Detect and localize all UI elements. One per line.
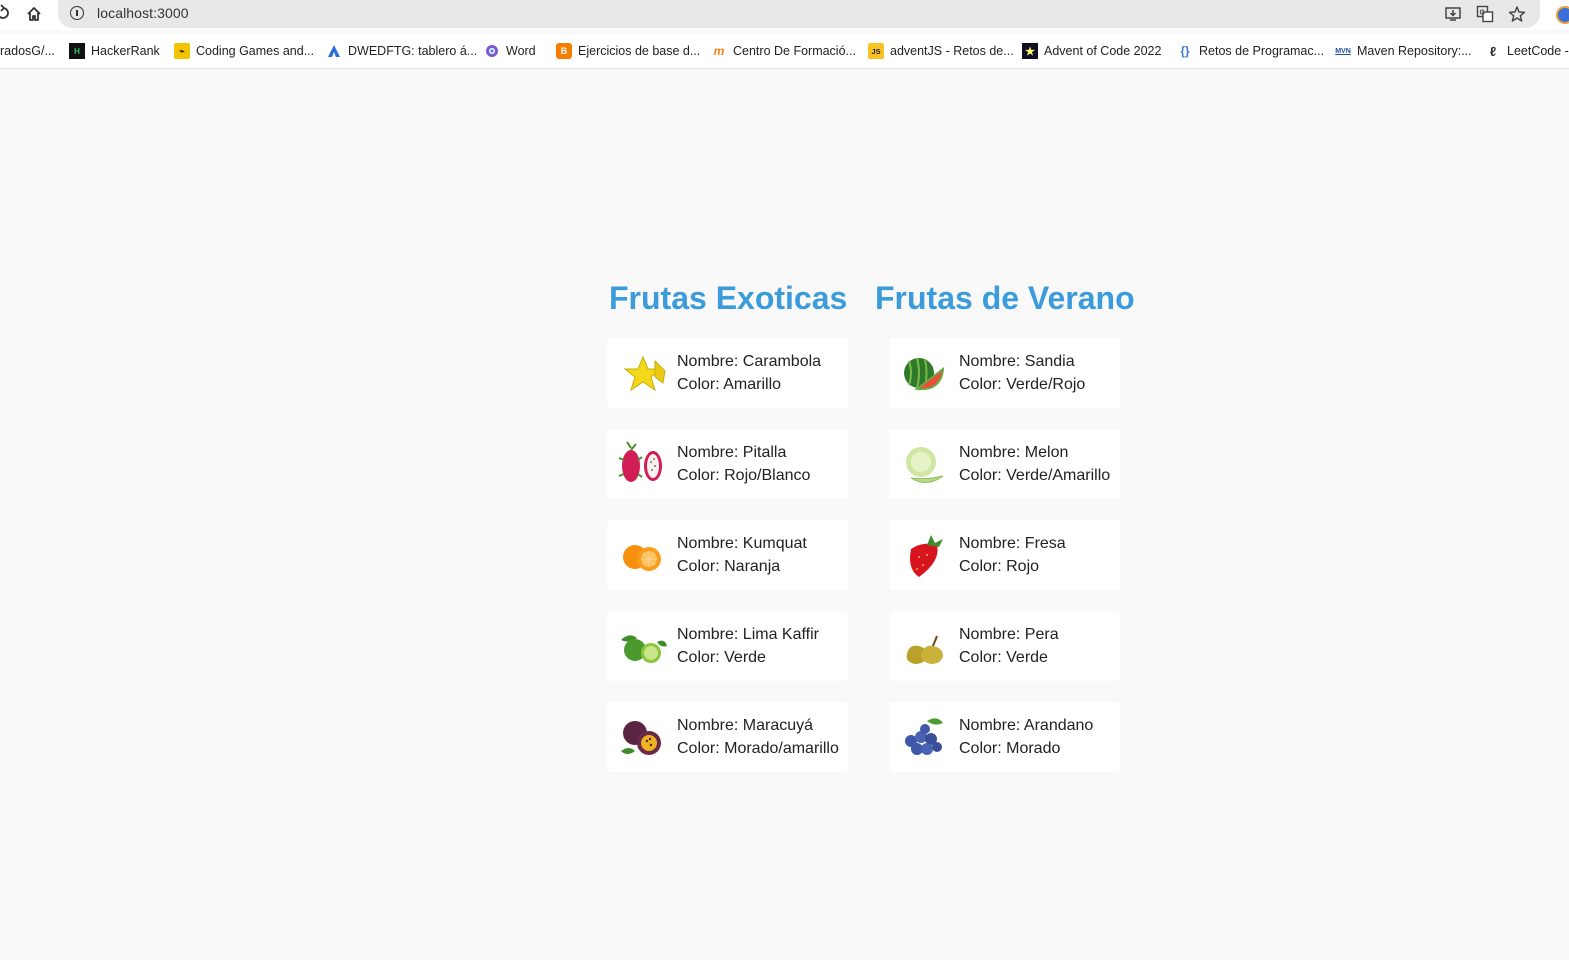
pear-icon — [897, 620, 951, 672]
reload-icon[interactable] — [0, 4, 10, 22]
fruit-name: Nombre: Carambola — [677, 353, 822, 370]
address-url[interactable]: localhost:3000 — [97, 5, 189, 21]
leetcode-icon: ℓ — [1489, 43, 1497, 59]
fruit-card: Nombre: Pitalla Color: Rojo/Blanco — [607, 429, 848, 499]
home-icon[interactable] — [25, 5, 43, 23]
fruit-name: Nombre: Arandano — [959, 717, 1094, 734]
bookmark-advent-of-code[interactable]: ★ Advent of Code 2022 — [1022, 42, 1161, 60]
bookmark-label: Retos de Programac... — [1199, 44, 1325, 58]
bookmark-word[interactable]: Word — [484, 42, 536, 60]
fruit-card: Nombre: Fresa Color: Rojo — [889, 520, 1120, 590]
bookmark-label: HackerRank — [91, 44, 160, 58]
fruit-name: Nombre: Pera — [959, 626, 1059, 643]
fruit-name: Nombre: Sandia — [959, 353, 1075, 370]
fruit-card: Nombre: Melon Color: Verde/Amarillo — [889, 429, 1120, 499]
strawberry-icon — [897, 529, 951, 581]
bookmark-label: Coding Games and... — [196, 44, 315, 58]
fruit-card: Nombre: Kumquat Color: Naranja — [607, 520, 848, 590]
bookmark-ejercicios[interactable]: B Ejercicios de base d... — [556, 42, 700, 60]
dragonfruit-icon — [615, 438, 669, 490]
bookmark-hackerrank[interactable]: H HackerRank — [69, 42, 160, 60]
fruit-card: Nombre: Arandano Color: Morado — [889, 702, 1120, 772]
browser-toolbar: localhost:3000 G — [0, 0, 1569, 30]
profile-avatar[interactable] — [1556, 6, 1569, 24]
fruit-name: Nombre: Maracuyá — [677, 717, 814, 734]
mvn-icon: MVN — [1335, 47, 1351, 55]
site-info-icon[interactable] — [70, 6, 84, 20]
word-icon — [484, 43, 500, 59]
fruit-name: Nombre: Fresa — [959, 535, 1066, 552]
fruit-card: Nombre: Maracuyá Color: Morado/amarillo — [607, 702, 848, 772]
install-app-icon[interactable] — [1444, 5, 1462, 23]
fruit-card: Nombre: Carambola Color: Amarillo — [607, 338, 848, 408]
fruit-name: Nombre: Melon — [959, 444, 1069, 461]
js-icon: JS — [868, 43, 884, 59]
kumquat-icon — [615, 529, 669, 581]
kaffir-lime-icon — [615, 620, 669, 672]
melon-icon — [897, 438, 951, 490]
bookmark-adventjs[interactable]: JS adventJS - Retos de... — [868, 42, 1014, 60]
fruit-color: Color: Verde — [959, 649, 1048, 666]
fruit-card: Nombre: Pera Color: Verde — [889, 611, 1120, 681]
svg-text:G: G — [1480, 10, 1486, 17]
blogger-icon: B — [556, 43, 572, 59]
fruit-name: Nombre: Lima Kaffir — [677, 626, 819, 643]
fruit-color: Color: Amarillo — [677, 376, 782, 393]
fruit-color: Color: Rojo/Blanco — [677, 467, 811, 484]
bookmark-leetcode[interactable]: ℓ LeetCode - — [1485, 42, 1569, 60]
moodle-icon: m — [713, 44, 725, 58]
bookmark-folder[interactable]: radosG/... — [0, 42, 55, 60]
address-bar[interactable]: localhost:3000 G — [58, 0, 1540, 28]
bookmark-label: Maven Repository:... — [1357, 44, 1472, 58]
fruit-color: Color: Verde — [677, 649, 766, 666]
fruit-color: Color: Rojo — [959, 558, 1040, 575]
carambola-icon — [615, 347, 669, 399]
bookmark-dwedftg[interactable]: DWEDFTG: tablero á... — [326, 42, 477, 60]
fruit-name: Nombre: Kumquat — [677, 535, 807, 552]
blueberry-icon — [897, 711, 951, 763]
star-icon: ★ — [1022, 43, 1038, 59]
fruit-color: Color: Morado/amarillo — [677, 740, 839, 757]
fruit-name: Nombre: Pitalla — [677, 444, 787, 461]
bookmark-label: DWEDFTG: tablero á... — [348, 44, 478, 58]
column-title-exoticas: Frutas Exoticas — [609, 280, 848, 316]
bookmark-label: Word — [506, 44, 536, 58]
atlassian-icon — [326, 43, 342, 59]
braces-icon: {} — [1180, 44, 1190, 58]
bookmark-star-icon[interactable] — [1508, 5, 1526, 23]
bookmarks-bar: radosG/... H HackerRank ⌁ Coding Games a… — [0, 34, 1569, 69]
column-title-verano: Frutas de Verano — [875, 280, 1135, 316]
translate-icon[interactable]: G — [1476, 5, 1494, 23]
bookmark-codingame[interactable]: ⌁ Coding Games and... — [174, 42, 314, 60]
fruit-color: Color: Naranja — [677, 558, 781, 575]
bookmark-label: adventJS - Retos de... — [890, 44, 1014, 58]
bookmark-maven[interactable]: MVN Maven Repository:... — [1335, 42, 1472, 60]
bookmark-label: Ejercicios de base d... — [578, 44, 701, 58]
bookmark-label: Centro De Formació... — [733, 44, 856, 58]
watermelon-icon — [897, 347, 951, 399]
fruit-color: Color: Verde/Rojo — [959, 376, 1086, 393]
fruit-color: Color: Verde/Amarillo — [959, 467, 1111, 484]
codingame-icon: ⌁ — [174, 43, 190, 59]
bookmark-label: LeetCode - — [1507, 44, 1569, 58]
fruit-color: Color: Morado — [959, 740, 1061, 757]
fruit-card: Nombre: Lima Kaffir Color: Verde — [607, 611, 848, 681]
bookmark-label: radosG/... — [0, 44, 55, 58]
fruit-card: Nombre: Sandia Color: Verde/Rojo — [889, 338, 1120, 408]
passionfruit-icon — [615, 711, 669, 763]
bookmark-centro[interactable]: m Centro De Formació... — [711, 42, 856, 60]
bookmark-label: Advent of Code 2022 — [1044, 44, 1162, 58]
hackerrank-icon: H — [69, 43, 85, 59]
bookmark-retos[interactable]: {} Retos de Programac... — [1177, 42, 1324, 60]
